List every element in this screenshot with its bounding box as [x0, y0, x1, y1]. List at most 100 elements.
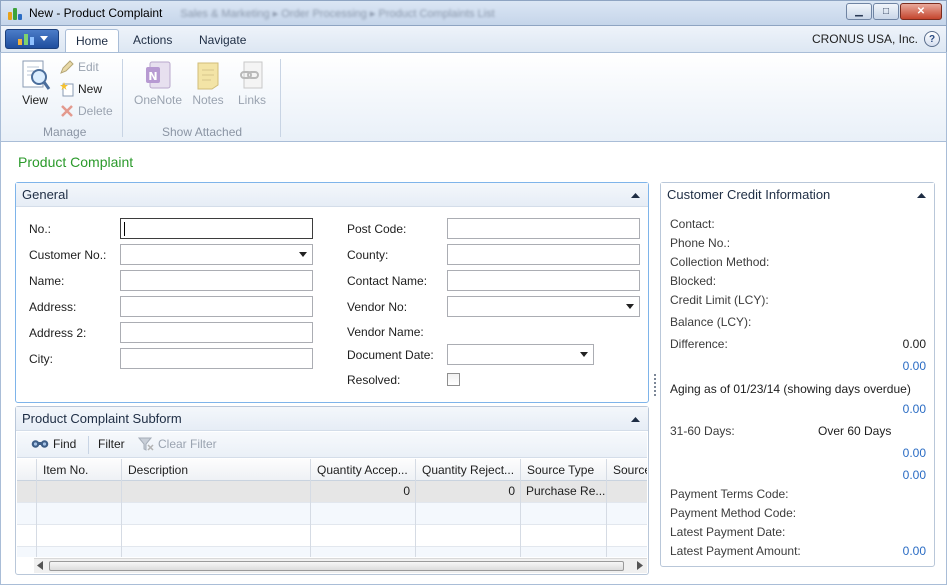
table-row[interactable]: [17, 503, 647, 525]
factbox-title: Customer Credit Information: [667, 187, 831, 202]
company-name: CRONUS USA, Inc.: [811, 32, 918, 46]
over-60-days-label: Over 60 Days: [818, 424, 892, 438]
cell-source-type[interactable]: Purchase Re...: [521, 481, 607, 503]
pencil-icon: [60, 60, 74, 74]
subform-toolbar: Find Filter Clear Filter: [17, 432, 647, 458]
table-row[interactable]: [17, 525, 647, 547]
cell-source[interactable]: [607, 481, 647, 503]
post-code-label: Post Code:: [347, 222, 407, 236]
address-input[interactable]: [120, 296, 313, 317]
contact-name-input[interactable]: [447, 270, 640, 291]
table-row[interactable]: 0 0 Purchase Re...: [17, 481, 647, 503]
title-bar: New - Product Complaint Sales & Marketin…: [0, 0, 947, 26]
application-menu-button[interactable]: [5, 29, 59, 49]
edit-button[interactable]: Edit: [59, 59, 99, 75]
column-header-source[interactable]: Source: [607, 459, 647, 481]
row-selector-header: [17, 459, 37, 481]
scroll-right-icon[interactable]: [637, 561, 643, 570]
cell-description[interactable]: [122, 481, 311, 503]
contact-name-label: Contact Name:: [347, 274, 428, 288]
page-content: Product Complaint General No.: Customer …: [0, 142, 947, 585]
name-label: Name:: [29, 274, 65, 288]
pane-splitter-handle[interactable]: [654, 374, 656, 398]
minimize-button[interactable]: ▁: [846, 3, 872, 20]
scroll-left-icon[interactable]: [37, 561, 43, 570]
county-input[interactable]: [447, 244, 640, 265]
tab-actions[interactable]: Actions: [123, 29, 182, 52]
cell-item-no[interactable]: [37, 481, 122, 503]
view-icon: [22, 60, 51, 90]
new-button[interactable]: New: [59, 81, 102, 97]
onenote-button[interactable]: N OneNote: [132, 59, 184, 107]
delete-label: Delete: [78, 104, 113, 118]
balance-value-link[interactable]: 0.00: [903, 359, 926, 373]
tab-navigate[interactable]: Navigate: [189, 29, 256, 52]
view-label: View: [22, 93, 48, 107]
document-date-label: Document Date:: [347, 348, 434, 362]
column-header-quantity-rejected[interactable]: Quantity Reject...: [416, 459, 521, 481]
customer-no-dropdown[interactable]: [120, 244, 313, 265]
dynamics-logo-icon: [18, 34, 34, 45]
aging-value-link[interactable]: 0.00: [903, 402, 926, 416]
dropdown-arrow-icon: [580, 352, 588, 357]
onenote-icon: N: [146, 61, 171, 89]
no-label: No.:: [29, 222, 52, 236]
name-input[interactable]: [120, 270, 313, 291]
city-input[interactable]: [120, 348, 313, 369]
phone-no-label: Phone No.:: [670, 236, 731, 250]
view-button[interactable]: View: [15, 59, 55, 107]
resolved-checkbox[interactable]: [447, 373, 460, 386]
over-60-days-value-link[interactable]: 0.00: [903, 468, 926, 482]
links-icon: [240, 61, 263, 89]
filter-label: Filter: [98, 437, 125, 451]
chevron-down-icon: [40, 36, 48, 41]
cell-quantity-rejected[interactable]: 0: [416, 481, 521, 503]
table-row[interactable]: [17, 547, 647, 557]
general-header[interactable]: General: [16, 183, 648, 207]
notes-icon: [197, 62, 219, 90]
customer-credit-factbox: Customer Credit Information Contact: Pho…: [660, 182, 935, 567]
credit-limit-label: Credit Limit (LCY):: [670, 293, 769, 307]
document-date-dropdown[interactable]: [447, 344, 594, 365]
svg-text:N: N: [148, 70, 157, 83]
links-button[interactable]: Links: [232, 59, 272, 107]
latest-payment-amount-label: Latest Payment Amount:: [670, 544, 801, 558]
collapse-icon[interactable]: [631, 416, 640, 423]
days-31-60-label: 31-60 Days:: [670, 424, 735, 438]
scrollbar-thumb[interactable]: [49, 561, 624, 571]
latest-payment-date-label: Latest Payment Date:: [670, 525, 786, 539]
row-selector[interactable]: [17, 481, 37, 503]
subform-header[interactable]: Product Complaint Subform: [16, 407, 648, 431]
delete-button[interactable]: Delete: [59, 103, 113, 119]
notes-button[interactable]: Notes: [188, 59, 228, 107]
days-31-60-value-link[interactable]: 0.00: [903, 446, 926, 460]
column-header-source-type[interactable]: Source Type: [521, 459, 607, 481]
new-label: New: [78, 82, 103, 96]
help-button[interactable]: ?: [924, 31, 940, 47]
collapse-icon[interactable]: [917, 192, 926, 199]
address-2-input[interactable]: [120, 322, 313, 343]
close-button[interactable]: ✕: [900, 3, 942, 20]
column-header-description[interactable]: Description: [122, 459, 311, 481]
find-button[interactable]: Find: [31, 437, 76, 451]
vendor-no-dropdown[interactable]: [447, 296, 640, 317]
column-header-quantity-accepted[interactable]: Quantity Accep...: [311, 459, 416, 481]
cell-quantity-accepted[interactable]: 0: [311, 481, 416, 503]
address-2-label: Address 2:: [29, 326, 87, 340]
clear-filter-button[interactable]: Clear Filter: [138, 437, 217, 451]
post-code-input[interactable]: [447, 218, 640, 239]
no-input[interactable]: [120, 218, 313, 239]
column-header-item-no[interactable]: Item No.: [37, 459, 122, 481]
tab-home[interactable]: Home: [65, 29, 120, 52]
latest-payment-amount-value-link[interactable]: 0.00: [903, 544, 926, 558]
maximize-button[interactable]: □: [873, 3, 899, 20]
delete-icon: [61, 105, 73, 117]
collapse-icon[interactable]: [631, 192, 640, 199]
product-complaint-subform: Product Complaint Subform Find Filter Cl…: [15, 406, 649, 575]
dropdown-arrow-icon: [626, 304, 634, 309]
horizontal-scrollbar[interactable]: [34, 558, 647, 573]
filter-button[interactable]: Filter: [98, 437, 125, 451]
factbox-header[interactable]: Customer Credit Information: [661, 183, 934, 207]
difference-label: Difference:: [670, 337, 728, 351]
general-title: General: [22, 187, 69, 202]
